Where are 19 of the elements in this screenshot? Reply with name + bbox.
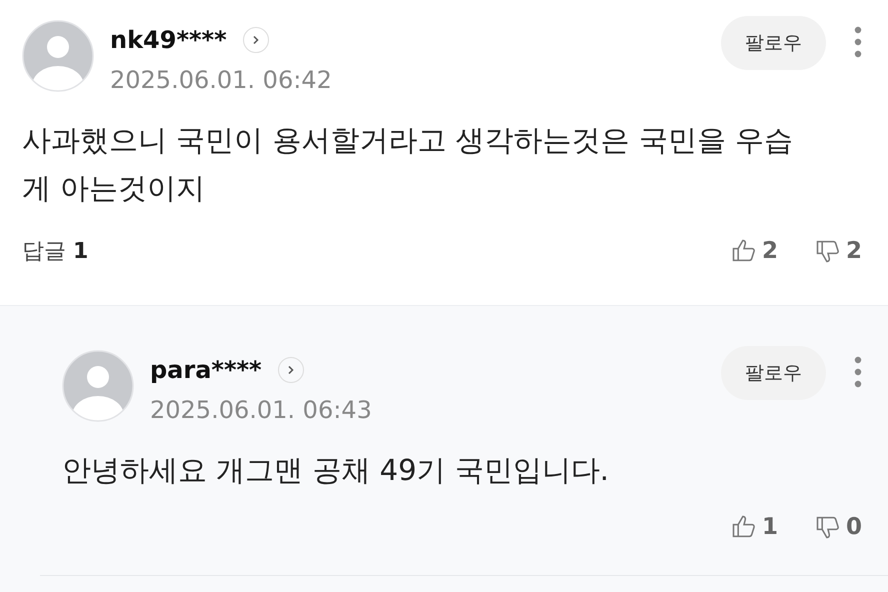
reply-text: 안녕하세요 개그맨 공채 49기 국민입니다. [62, 452, 610, 489]
chevron-right-icon[interactable] [278, 357, 304, 383]
comment-date: 2025.06.01. 06:42 [110, 65, 333, 96]
avatar-icon [62, 350, 134, 422]
follow-button[interactable]: 팔로우 [721, 346, 826, 400]
like-count: 2 [762, 237, 778, 266]
dislike-count: 2 [846, 237, 862, 266]
replies-link[interactable]: 답글 1 [22, 234, 88, 268]
chevron-right-icon[interactable] [242, 27, 269, 53]
more-options-icon[interactable] [854, 356, 862, 388]
dislike-count: 0 [846, 513, 862, 542]
like-count: 1 [762, 513, 778, 542]
avatar-icon [22, 20, 94, 92]
follow-button[interactable]: 팔로우 [721, 16, 826, 70]
author-name[interactable]: nk49**** [110, 24, 227, 56]
comment-text: 사과했으니 국민이 용서할거라고 생각하는것은 국민을 우습게 아는것이지 [22, 122, 794, 207]
more-options-icon[interactable] [854, 26, 862, 58]
comment-date: 2025.06.01. 06:43 [150, 395, 373, 426]
author-name[interactable]: para**** [150, 354, 262, 386]
